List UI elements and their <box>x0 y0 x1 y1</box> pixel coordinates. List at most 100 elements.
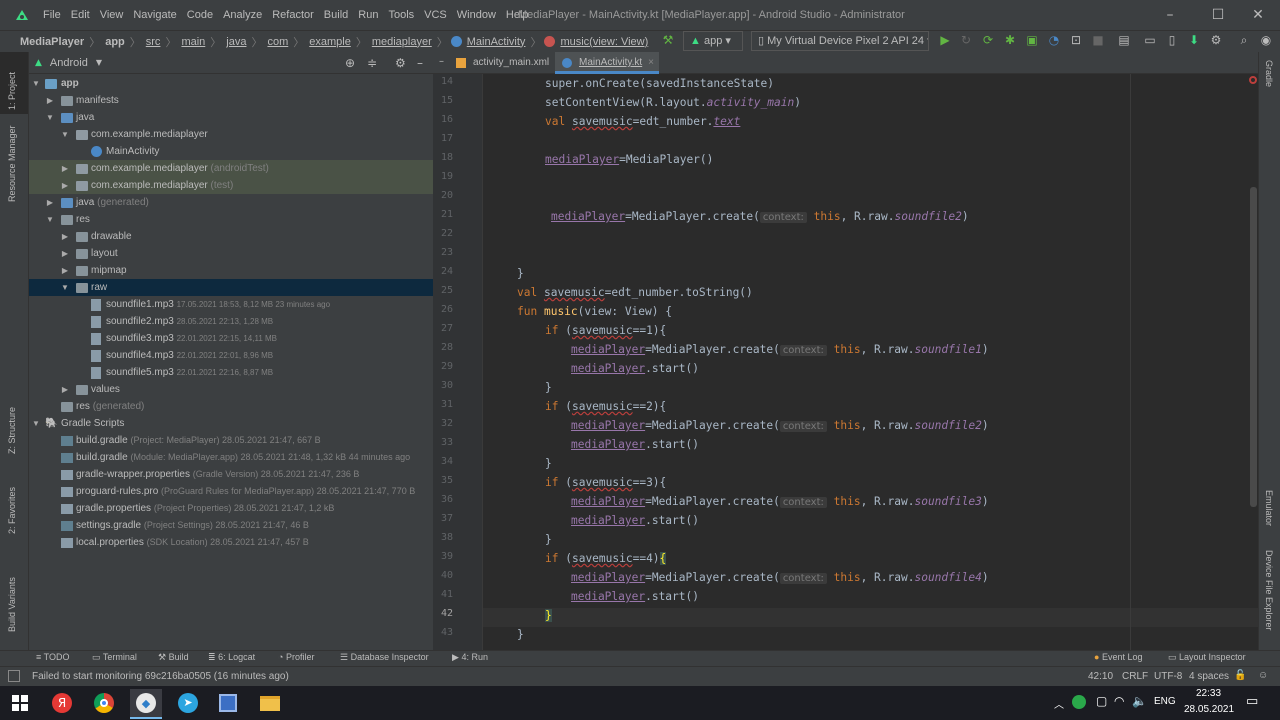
code-line-25[interactable]: val savemusic=edt_number.toString() <box>517 283 753 302</box>
tray-network-icon[interactable]: ▢ <box>1096 694 1107 708</box>
code-line-29[interactable]: mediaPlayer.start() <box>571 359 699 378</box>
tree-node-res-generated[interactable]: res (generated) <box>29 398 433 415</box>
tree-node-drawable[interactable]: ▶ drawable <box>29 228 433 245</box>
breadcrumb-example[interactable]: example <box>307 36 353 48</box>
file-explorer-app[interactable] <box>254 689 286 717</box>
tab-profiler[interactable]: ◔ Profiler <box>278 652 314 662</box>
tree-node-soundfile5[interactable]: soundfile5.mp3 22.01.2021 22:16, 8,87 MB <box>29 364 433 381</box>
menu-analyze[interactable]: Analyze <box>218 9 267 21</box>
tree-node-settings-gradle[interactable]: settings.gradle (Project Settings) 28.05… <box>29 517 433 534</box>
code-line-27[interactable]: if (savemusic==1){ <box>545 321 666 340</box>
tree-node-java[interactable]: ▼ java <box>29 109 433 126</box>
code-line-15[interactable]: setContentView(R.layout.activity_main) <box>545 93 801 112</box>
tree-node-proguard[interactable]: proguard-rules.pro (ProGuard Rules for M… <box>29 483 433 500</box>
notification-icon[interactable]: ▭ <box>1246 694 1258 709</box>
yandex-browser-app[interactable]: Я <box>46 689 78 717</box>
tab-logcat[interactable]: ≣ 6: Logcat <box>208 652 255 663</box>
coverage-icon[interactable]: ▣ <box>1024 32 1040 48</box>
code-line-35[interactable]: if (savemusic==3){ <box>545 473 666 492</box>
tree-node-build-gradle-module[interactable]: build.gradle (Module: MediaPlayer.app) 2… <box>29 449 433 466</box>
breadcrumb-com[interactable]: com <box>265 36 290 48</box>
tree-node-mipmap[interactable]: ▶ mipmap <box>29 262 433 279</box>
tree-node-package[interactable]: ▼ com.example.mediaplayer <box>29 126 433 143</box>
tree-node-java-generated[interactable]: ▶ java (generated) <box>29 194 433 211</box>
tab-database-inspector[interactable]: ☰ Database Inspector <box>340 652 429 663</box>
line-separator[interactable]: CRLF <box>1122 671 1148 682</box>
lock-icon[interactable]: 🔓 <box>1234 670 1246 681</box>
chrome-app[interactable] <box>88 689 120 717</box>
menu-build[interactable]: Build <box>319 9 353 21</box>
code-line-39[interactable]: if (savemusic==4){ <box>545 549 667 568</box>
tab-emulator[interactable]: Emulator <box>1264 490 1274 526</box>
language-indicator[interactable]: ENG <box>1154 696 1176 707</box>
code-line-32[interactable]: mediaPlayer=MediaPlayer.create(context: … <box>571 416 989 435</box>
android-studio-app[interactable]: ◆ <box>130 689 162 717</box>
clock-time[interactable]: 22:33 <box>1196 688 1221 699</box>
tray-volume-icon[interactable]: 🔈 <box>1132 694 1147 708</box>
menu-tools[interactable]: Tools <box>383 9 419 21</box>
tab-build[interactable]: ⚒ Build <box>158 652 189 663</box>
breadcrumb-java[interactable]: java <box>224 36 248 48</box>
code-line-14[interactable]: super.onCreate(savedInstanceState) <box>545 74 774 93</box>
tab-activity-main-xml[interactable]: activity_main.xml <box>449 52 553 74</box>
clock-date[interactable]: 28.05.2021 <box>1184 704 1234 715</box>
close-button[interactable]: ✕ <box>1248 6 1268 24</box>
menu-code[interactable]: Code <box>182 9 218 21</box>
status-message[interactable]: Failed to start monitoring 69c216ba0505 … <box>32 671 289 682</box>
start-button[interactable] <box>4 689 36 717</box>
code-line-41[interactable]: mediaPlayer.start() <box>571 587 699 606</box>
code-line-42[interactable]: } <box>545 606 552 625</box>
tree-node-soundfile4[interactable]: soundfile4.mp3 22.01.2021 22:01, 8,96 MB <box>29 347 433 364</box>
breadcrumb-mediaplayer[interactable]: mediaplayer <box>370 36 434 48</box>
tree-node-res[interactable]: ▼ res <box>29 211 433 228</box>
tree-node-mainactivity[interactable]: MainActivity <box>29 143 433 160</box>
breadcrumb-src[interactable]: src <box>144 36 163 48</box>
code-line-28[interactable]: mediaPlayer=MediaPlayer.create(context: … <box>571 340 989 359</box>
indent-setting[interactable]: 4 spaces <box>1189 671 1229 682</box>
code-line-38[interactable]: } <box>545 530 552 549</box>
maximize-button[interactable]: ☐ <box>1208 6 1228 24</box>
tab-terminal[interactable]: ▭ Terminal <box>92 652 137 663</box>
hide-panel-icon[interactable]: – <box>417 56 423 70</box>
tree-node-package-androidtest[interactable]: ▶ com.example.mediaplayer (androidTest) <box>29 160 433 177</box>
code-line-31[interactable]: if (savemusic==2){ <box>545 397 666 416</box>
gradle-sync-icon[interactable]: ⚙ <box>1208 32 1224 48</box>
sdk-manager-icon[interactable]: ⬇ <box>1186 32 1202 48</box>
tree-node-gradle-properties[interactable]: gradle.properties (Project Properties) 2… <box>29 500 433 517</box>
editor-scrollbar[interactable] <box>1250 187 1257 507</box>
tree-node-gradle-scripts[interactable]: ▼ 🐘 Gradle Scripts <box>29 415 433 432</box>
rerun-icon[interactable]: ↻ <box>958 32 974 48</box>
close-tab-icon[interactable]: × <box>648 57 654 68</box>
tab-project[interactable]: 1: Project <box>7 72 17 110</box>
tray-chevron-icon[interactable]: ︿ <box>1054 696 1064 711</box>
run-icon[interactable]: ▶ <box>937 32 953 48</box>
device-dropdown[interactable]: ▯ My Virtual Device Pixel 2 API 24 ▾ <box>751 31 929 51</box>
breadcrumb-project[interactable]: MediaPlayer <box>18 36 86 48</box>
apply-changes-icon[interactable]: ⟳ <box>980 32 996 48</box>
tree-node-app[interactable]: ▼ app <box>29 75 433 92</box>
breadcrumb-method[interactable]: music(view: View) <box>558 36 650 48</box>
account-icon[interactable]: ◉ <box>1258 32 1274 48</box>
project-structure-icon[interactable]: ▤ <box>1116 32 1132 48</box>
menu-window[interactable]: Window <box>452 9 501 21</box>
tray-app-icon[interactable] <box>1072 695 1086 709</box>
tree-node-package-test[interactable]: ▶ com.example.mediaplayer (test) <box>29 177 433 194</box>
code-line-36[interactable]: mediaPlayer=MediaPlayer.create(context: … <box>571 492 989 511</box>
error-marker[interactable] <box>1249 76 1257 84</box>
tab-mainactivity-kt[interactable]: MainActivity.kt × <box>555 52 659 74</box>
code-line-37[interactable]: mediaPlayer.start() <box>571 511 699 530</box>
code-line-40[interactable]: mediaPlayer=MediaPlayer.create(context: … <box>571 568 989 587</box>
attach-debugger-icon[interactable]: ⊡ <box>1068 32 1084 48</box>
menu-file[interactable]: File <box>38 9 66 21</box>
menu-view[interactable]: View <box>95 9 129 21</box>
tab-favorites[interactable]: 2: Favorites <box>7 487 17 534</box>
tree-node-values[interactable]: ▶ values <box>29 381 433 398</box>
telegram-app[interactable]: ➤ <box>172 689 204 717</box>
code-line-30[interactable]: } <box>545 378 552 397</box>
code-line-18[interactable]: mediaPlayer=MediaPlayer() <box>545 150 713 169</box>
tree-node-soundfile2[interactable]: soundfile2.mp3 28.05.2021 22:13, 1,28 MB <box>29 313 433 330</box>
layout-inspector-icon[interactable]: ▭ <box>1142 32 1158 48</box>
project-view-selector[interactable]: Android <box>50 57 88 69</box>
menu-refactor[interactable]: Refactor <box>267 9 319 21</box>
run-config-dropdown[interactable]: ▲ app ▾ <box>683 31 743 51</box>
